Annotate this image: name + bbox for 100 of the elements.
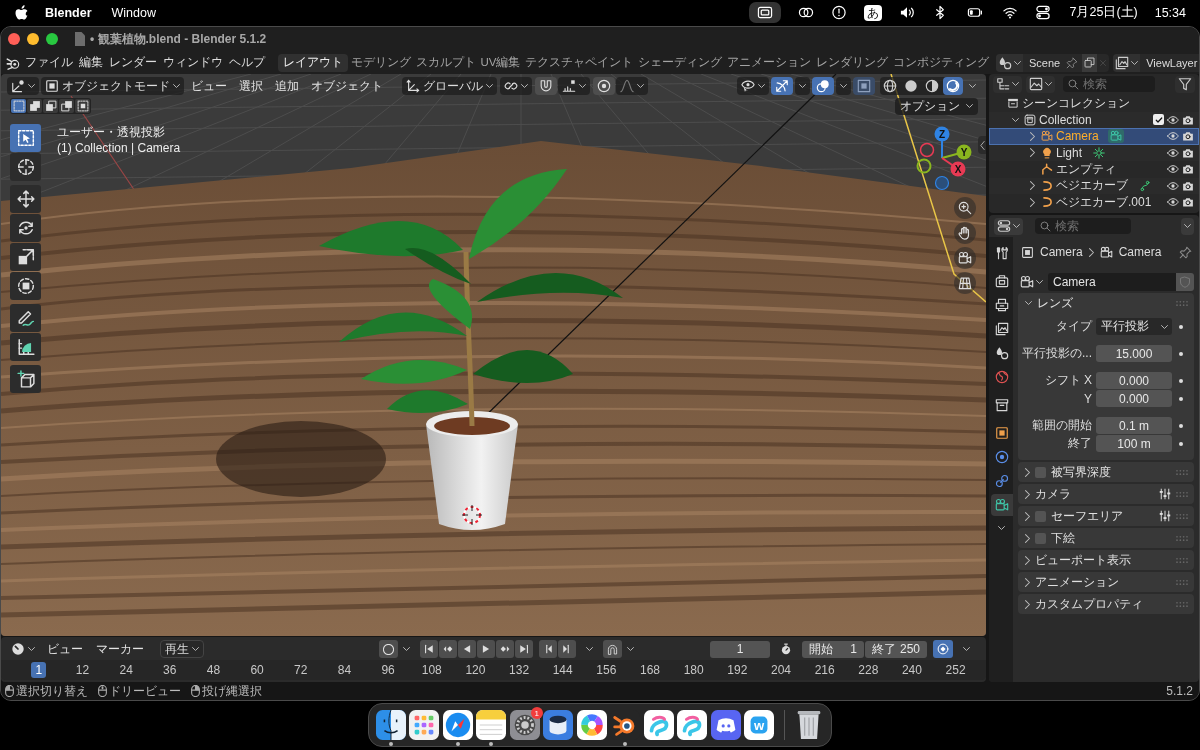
play-button[interactable] bbox=[477, 640, 495, 658]
play-reverse-button[interactable] bbox=[458, 640, 476, 658]
drag-grip-icon[interactable] bbox=[1176, 300, 1188, 306]
snap-toggle[interactable] bbox=[603, 640, 622, 658]
game-controller-app-icon[interactable] bbox=[710, 710, 741, 740]
tool-button[interactable] bbox=[10, 153, 41, 181]
menu-item[interactable]: 編集 bbox=[76, 53, 106, 72]
display-mode-dropdown[interactable] bbox=[993, 75, 1022, 93]
select-mode-button[interactable] bbox=[75, 99, 90, 113]
number-field[interactable]: 100 m bbox=[1096, 435, 1172, 452]
date-text[interactable]: 7月25日(土) bbox=[1069, 4, 1138, 21]
keyframe-dot-icon[interactable] bbox=[1179, 441, 1183, 446]
object-data-button[interactable] bbox=[1091, 145, 1108, 160]
menu-item[interactable]: ウィンドウ bbox=[160, 53, 226, 72]
tool-button[interactable] bbox=[10, 333, 41, 361]
end-frame-field[interactable]: 終了 250 bbox=[865, 640, 927, 658]
tool-button[interactable] bbox=[10, 124, 41, 152]
checkbox[interactable] bbox=[1035, 532, 1046, 544]
camera-icon[interactable] bbox=[1182, 163, 1194, 176]
editor-type-button[interactable] bbox=[7, 77, 39, 95]
menu-item[interactable]: ファイル bbox=[22, 53, 76, 72]
keyframe-dot-icon[interactable] bbox=[1179, 378, 1183, 383]
panel-header[interactable]: 被写界深度 bbox=[1018, 462, 1194, 482]
notepad-app-icon[interactable] bbox=[476, 710, 507, 740]
keyframe-dot-icon[interactable] bbox=[1179, 396, 1183, 401]
sliders-icon[interactable] bbox=[1159, 510, 1171, 522]
camera-icon[interactable] bbox=[1182, 130, 1194, 143]
checkbox[interactable] bbox=[1035, 510, 1046, 522]
next-keyframe-button[interactable] bbox=[496, 640, 514, 658]
menu-item[interactable]: レンダー bbox=[106, 53, 160, 72]
number-field[interactable]: 15.000 bbox=[1096, 345, 1172, 362]
filter-dropdown[interactable] bbox=[1026, 75, 1055, 93]
color-wheel-app-icon[interactable] bbox=[576, 710, 607, 740]
filter-button[interactable] bbox=[1175, 75, 1195, 93]
panel-header[interactable]: 下絵 bbox=[1018, 528, 1194, 548]
panel-header[interactable]: アニメーション bbox=[1018, 572, 1194, 592]
tool-button[interactable] bbox=[10, 214, 41, 242]
select-mode-button[interactable] bbox=[43, 99, 58, 113]
number-field[interactable]: 0.000 bbox=[1096, 372, 1172, 389]
dropdown-field[interactable]: 平行投影 bbox=[1096, 318, 1172, 335]
camera-view-button[interactable] bbox=[954, 247, 976, 269]
checkbox[interactable] bbox=[1153, 114, 1164, 126]
outliner-row[interactable]: Camera bbox=[989, 128, 1199, 145]
app-grid-icon[interactable] bbox=[409, 710, 440, 740]
eye-icon[interactable] bbox=[1167, 113, 1179, 126]
falloff-dropdown[interactable] bbox=[616, 77, 648, 95]
gear-app-icon[interactable] bbox=[509, 710, 540, 740]
workspace-tab[interactable]: レイアウト bbox=[278, 53, 348, 72]
paint-swirl-app-icon[interactable] bbox=[643, 710, 674, 740]
menu-item[interactable]: 選択 bbox=[234, 77, 268, 95]
panel-header[interactable]: カスタムプロパティ bbox=[1018, 594, 1194, 614]
tool-button[interactable] bbox=[10, 365, 41, 393]
workspace-tab[interactable]: シェーディング bbox=[636, 53, 725, 72]
axis-button[interactable] bbox=[919, 142, 935, 158]
menu-item[interactable]: ビュー bbox=[186, 77, 232, 95]
dropdown-button[interactable] bbox=[836, 77, 851, 95]
volume-icon[interactable] bbox=[898, 5, 915, 20]
overlay-toggle[interactable] bbox=[812, 77, 834, 95]
workspace-tab[interactable]: テクスチャペイント bbox=[523, 53, 636, 72]
tool-button[interactable] bbox=[10, 272, 41, 300]
mode-dropdown[interactable]: オブジェクトモード bbox=[41, 77, 184, 95]
eye-icon[interactable] bbox=[1167, 196, 1179, 209]
clock-text[interactable]: 15:34 bbox=[1154, 5, 1186, 20]
visibility-dropdown[interactable] bbox=[737, 77, 769, 95]
tool-button[interactable] bbox=[10, 243, 41, 271]
pin-icon[interactable] bbox=[1179, 245, 1192, 259]
smiling-face-app-icon[interactable] bbox=[375, 710, 406, 740]
axis-button[interactable]: Z bbox=[934, 126, 950, 159]
screen-mirroring-button[interactable] bbox=[748, 2, 781, 23]
new-scene-button[interactable] bbox=[1082, 53, 1098, 72]
camera-icon[interactable] bbox=[1182, 113, 1194, 126]
workspace-tab[interactable]: レンダリング bbox=[814, 53, 891, 72]
record-button[interactable] bbox=[379, 640, 398, 658]
panel-header[interactable]: ビューポート表示 bbox=[1018, 550, 1194, 570]
drag-grip-icon[interactable] bbox=[1176, 535, 1188, 541]
compass-app-icon[interactable] bbox=[442, 710, 473, 740]
orientation-dropdown[interactable]: グローバル bbox=[402, 77, 497, 95]
keyframe-dot-icon[interactable] bbox=[1179, 423, 1183, 428]
input-source-indicator[interactable]: あ bbox=[863, 4, 882, 21]
keyframe-dot-icon[interactable] bbox=[1179, 324, 1183, 329]
playback-dropdown[interactable]: 再生 bbox=[160, 640, 204, 658]
disk-app-icon[interactable] bbox=[543, 710, 574, 740]
camera-icon[interactable] bbox=[1182, 179, 1194, 192]
workspace-tab[interactable]: UV編集 bbox=[478, 53, 523, 72]
camera-icon[interactable] bbox=[1182, 146, 1194, 159]
pan-button[interactable] bbox=[954, 222, 976, 244]
axis-button[interactable] bbox=[934, 175, 950, 191]
number-field[interactable]: 0.000 bbox=[1096, 390, 1172, 407]
keyframe-forward-button[interactable] bbox=[558, 640, 576, 658]
axis-button[interactable] bbox=[916, 158, 932, 174]
object-data-button[interactable] bbox=[1107, 129, 1124, 144]
jump-to-start-button[interactable] bbox=[420, 640, 438, 658]
drag-grip-icon[interactable] bbox=[1176, 469, 1188, 475]
drag-grip-icon[interactable] bbox=[1176, 579, 1188, 585]
zoom-button[interactable] bbox=[46, 33, 58, 45]
drag-grip-icon[interactable] bbox=[1176, 601, 1188, 607]
drag-grip-icon[interactable] bbox=[1176, 513, 1188, 519]
menu-item[interactable]: ビュー bbox=[42, 640, 88, 658]
tool-button[interactable] bbox=[10, 185, 41, 213]
drag-grip-icon[interactable] bbox=[1176, 557, 1188, 563]
